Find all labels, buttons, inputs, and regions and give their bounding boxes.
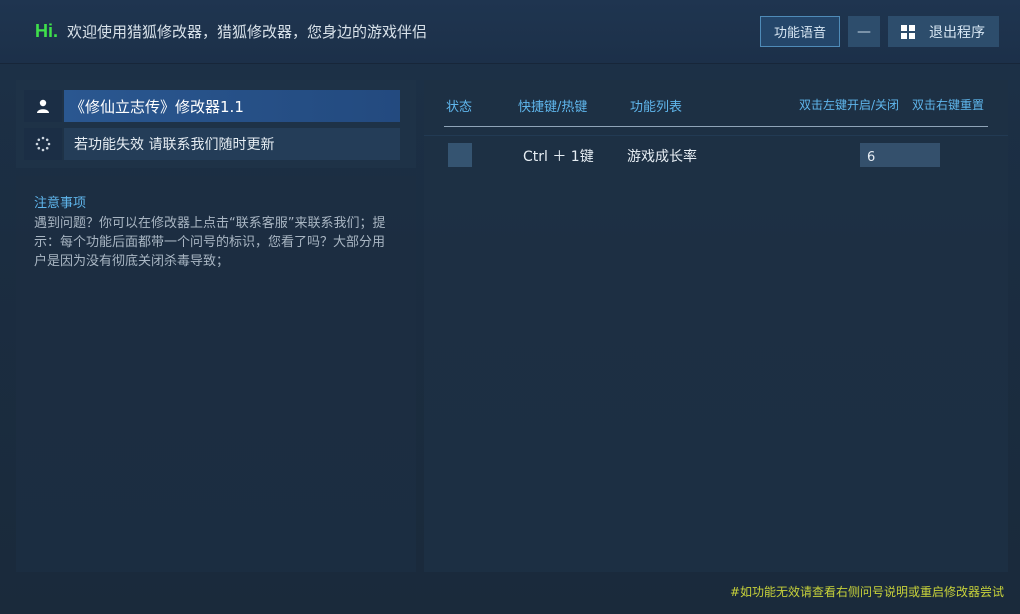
growth-rate-input[interactable] <box>860 143 940 167</box>
exit-button[interactable]: 退出程序 <box>888 16 999 47</box>
welcome-text: 欢迎使用猎狐修改器，猎狐修改器，您身边的游戏伴侣 <box>67 23 428 41</box>
header-right-click: 双击右键重置 <box>912 98 985 112</box>
user-icon <box>37 99 49 113</box>
header-status: 状态 <box>446 100 473 115</box>
loading-spinner-icon <box>35 136 51 152</box>
row-divider <box>424 135 1008 136</box>
header-divider <box>444 126 988 127</box>
footer-note: #如功能无效请查看右侧问号说明或重启修改器尝试 <box>729 585 1004 599</box>
user-icon-box <box>24 90 62 122</box>
game-title: 《修仙立志传》修改器1.1 <box>64 90 400 122</box>
notice-body: 遇到问题？你可以在修改器上点击“联系客服”来联系我们；提示：每个功能后面都带一个… <box>34 216 386 269</box>
status-toggle[interactable] <box>448 143 472 167</box>
voice-button-label: 功能语音 <box>773 26 826 41</box>
header-feature-list: 功能列表 <box>630 100 683 115</box>
voice-button[interactable]: 功能语音 <box>760 16 840 47</box>
minimize-button-label: — <box>857 23 871 40</box>
tip-item[interactable]: 若功能失效 请联系我们随时更新 <box>24 128 400 160</box>
header-bar: Hi. 欢迎使用猎狐修改器，猎狐修改器，您身边的游戏伴侣 功能语音 — 退出程序 <box>0 0 1020 64</box>
notice-title: 注意事项 <box>34 196 87 211</box>
minimize-button[interactable]: — <box>848 16 880 47</box>
tip-text: 若功能失效 请联系我们随时更新 <box>64 128 400 160</box>
exit-button-label: 退出程序 <box>929 24 985 41</box>
windows-icon <box>901 24 915 39</box>
header-left-click: 双击左键开启/关闭 <box>799 98 900 112</box>
row-feature: 游戏成长率 <box>627 149 697 165</box>
header-hotkey: 快捷键/热键 <box>518 100 588 115</box>
game-item[interactable]: 《修仙立志传》修改器1.1 <box>24 90 400 122</box>
hi-greeting: Hi. <box>35 21 59 41</box>
row-hotkey: Ctrl ＋ 1键 <box>523 149 594 165</box>
loading-icon-box <box>24 128 62 160</box>
